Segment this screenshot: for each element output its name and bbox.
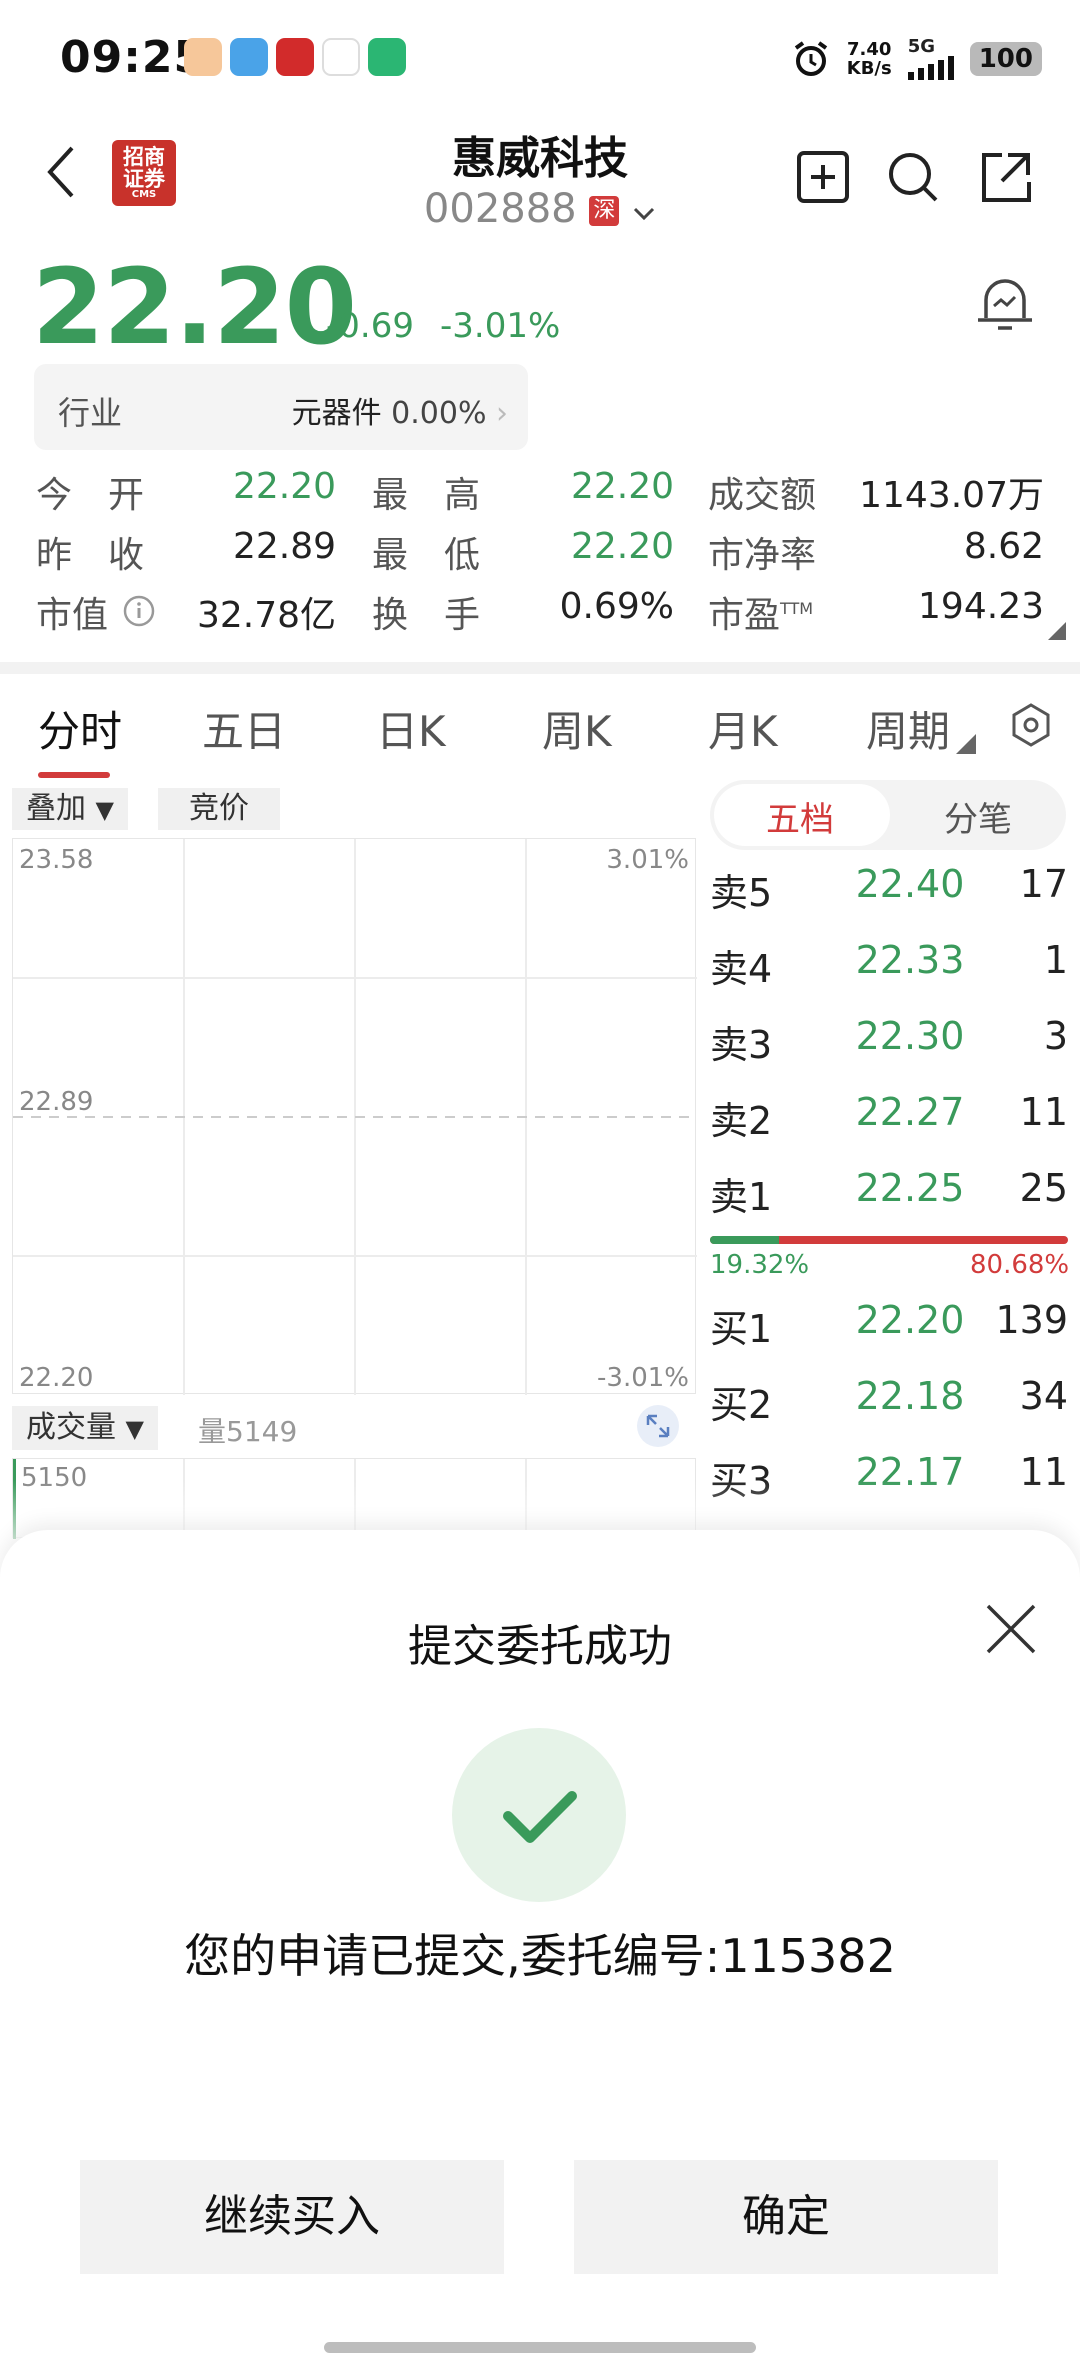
signal-indicator: 5G	[907, 38, 954, 80]
status-bar: 09:25 7.40 KB/s 5G 100	[0, 0, 1080, 120]
stock-code: 002888	[423, 186, 577, 232]
buy-sell-ratio-bar	[710, 1236, 1068, 1244]
news-notification-icon	[276, 38, 314, 76]
checkmark-icon	[503, 1791, 577, 1843]
info-icon[interactable]	[122, 594, 156, 628]
settings-icon[interactable]	[1008, 702, 1054, 748]
tab-monthly-k[interactable]: 月K	[708, 698, 778, 759]
open-label: 今 开	[36, 475, 145, 516]
close-icon	[986, 1604, 1036, 1654]
ask-row-3[interactable]: 卖3 22.30 3	[710, 1002, 1068, 1076]
pct-axis-bottom: -3.01%	[597, 1363, 689, 1393]
telegram-notification-icon	[230, 38, 268, 76]
close-button[interactable]	[984, 1602, 1038, 1660]
bid-row-2[interactable]: 买2 22.18 34	[710, 1362, 1068, 1436]
expand-corner-icon[interactable]	[1048, 622, 1066, 640]
industry-card[interactable]: 行业 元器件 0.00% ›	[34, 364, 528, 450]
prev-close-value: 22.89	[232, 526, 336, 567]
prev-close-label: 昨 收	[36, 535, 145, 576]
chart-tabs: 分时 五日 日K 周K 月K 周期	[0, 698, 1080, 784]
share-icon	[982, 153, 1031, 202]
modal-title: 提交委托成功	[408, 1621, 672, 1672]
high-value: 22.20	[570, 466, 674, 507]
industry-label: 行业	[58, 394, 123, 432]
turnover-amount-label: 成交额	[708, 475, 817, 516]
pb-value: 8.62	[963, 526, 1044, 567]
market-cap-value: 32.78亿	[196, 595, 336, 636]
ask-row-4[interactable]: 卖4 22.33 1	[710, 926, 1068, 1000]
confirm-button[interactable]: 确定	[574, 2160, 998, 2274]
bell-icon	[978, 279, 1032, 330]
tab-five-day[interactable]: 五日	[202, 698, 286, 759]
turnover-rate-label: 换 手	[372, 595, 481, 636]
buy-ratio: 19.32%	[710, 1250, 810, 1280]
continue-buy-button[interactable]: 继续买入	[80, 2160, 504, 2274]
tab-period[interactable]: 周期	[866, 698, 950, 759]
tab-weekly-k[interactable]: 周K	[542, 698, 612, 759]
search-button[interactable]	[886, 150, 940, 208]
fullscreen-icon[interactable]	[636, 1404, 680, 1448]
open-value: 22.20	[232, 466, 336, 507]
ask-row-2[interactable]: 卖2 22.27 11	[710, 1078, 1068, 1152]
order-success-sheet: 提交委托成功 您的申请已提交,委托编号:115382 继续买入 确定	[0, 1530, 1080, 2376]
pe-label: 市盈TTM	[708, 595, 814, 636]
add-watchlist-button[interactable]	[796, 150, 850, 208]
tab-daily-k[interactable]: 日K	[376, 698, 446, 759]
industry-value: 元器件 0.00% ›	[291, 396, 508, 431]
low-value: 22.20	[570, 526, 674, 567]
chart-grid	[13, 839, 697, 1395]
net-speed: 7.40 KB/s	[846, 39, 892, 79]
tab-five-levels[interactable]: 五档	[766, 792, 834, 841]
high-label: 最 高	[372, 475, 481, 516]
pct-axis-top: 3.01%	[606, 845, 689, 875]
add-square-icon	[797, 151, 849, 203]
search-icon	[889, 153, 938, 202]
sell-ratio: 80.68%	[970, 1250, 1070, 1280]
ask-row-5[interactable]: 卖5 22.40 17	[710, 850, 1068, 924]
current-price: 22.20	[32, 246, 357, 368]
turnover-amount-value: 1143.07万	[859, 475, 1044, 516]
pb-label: 市净率	[708, 535, 817, 576]
signal-bars-icon	[907, 56, 954, 80]
turnover-rate-value: 0.69%	[559, 586, 674, 627]
pe-value: 194.23	[918, 586, 1044, 627]
market-cap-label: 市值	[36, 595, 109, 636]
success-message: 您的申请已提交,委托编号:115382	[184, 1929, 896, 1983]
price-alert-button[interactable]	[972, 274, 1038, 338]
price-change: -0.69	[326, 306, 414, 346]
home-indicator[interactable]	[324, 2342, 756, 2353]
app-notification-icon	[184, 38, 222, 76]
intraday-chart[interactable]: 23.58 22.89 22.20 3.01% -3.01%	[12, 838, 697, 1395]
ask-row-1[interactable]: 卖1 22.25 25	[710, 1154, 1068, 1228]
y-axis-top: 23.58	[19, 845, 94, 875]
volume-value: 量5149	[198, 1415, 298, 1448]
active-tab-indicator	[38, 772, 110, 778]
y-axis-bottom: 22.20	[19, 1363, 94, 1393]
home-app-notification-icon	[368, 38, 406, 76]
tab-tick-detail[interactable]: 分笔	[944, 792, 1012, 841]
success-badge	[452, 1728, 626, 1902]
chevron-down-icon	[634, 207, 655, 221]
market-badge: 深	[589, 196, 620, 226]
orderbook-segmented: 五档 分笔	[710, 780, 1066, 850]
period-corner-icon	[956, 734, 976, 754]
tab-intraday[interactable]: 分时	[38, 698, 122, 759]
alarm-icon	[794, 41, 827, 76]
price-change-pct: -3.01%	[440, 306, 561, 346]
buy-ratio-fill	[710, 1236, 780, 1244]
overlay-dropdown[interactable]: 叠加 ▼	[12, 788, 129, 830]
section-divider	[0, 662, 1080, 674]
status-right: 7.40 KB/s 5G 100	[791, 34, 1042, 84]
share-button[interactable]	[978, 150, 1034, 208]
volume-dropdown[interactable]: 成交量 ▼	[12, 1406, 159, 1450]
low-label: 最 低	[372, 535, 481, 576]
y-axis-mid: 22.89	[19, 1087, 94, 1117]
bid-row-1[interactable]: 买1 22.20 139	[710, 1286, 1068, 1360]
browser-notification-icon	[322, 38, 360, 76]
battery-indicator: 100	[969, 42, 1042, 76]
auction-toggle[interactable]: 竞价	[158, 788, 280, 830]
stats-grid: 今 开 22.20 最 高 22.20 成交额 1143.07万 昨 收 22.…	[0, 466, 1080, 646]
